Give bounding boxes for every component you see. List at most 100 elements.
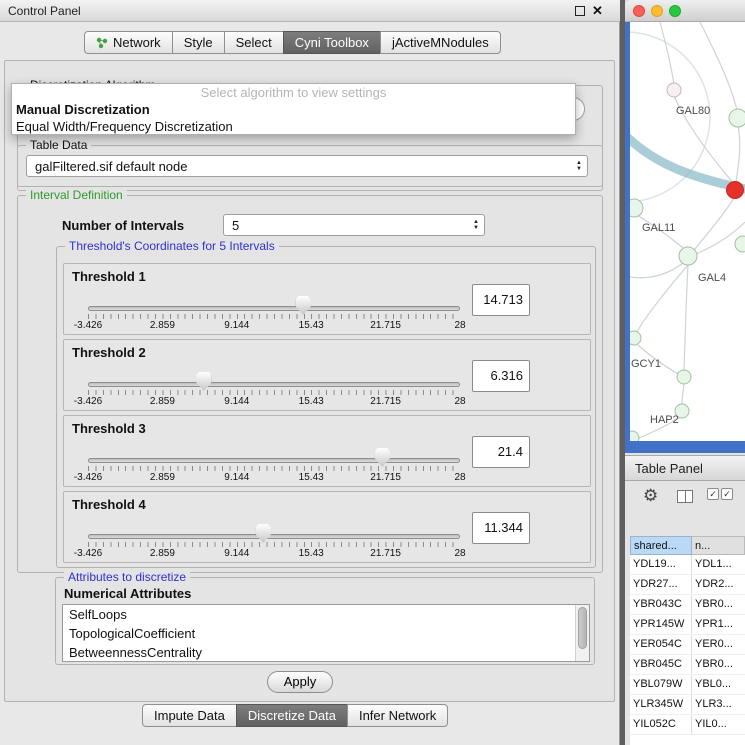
network-node[interactable] — [667, 83, 681, 97]
close-traffic-light[interactable] — [633, 5, 645, 17]
minimize-traffic-light[interactable] — [651, 5, 663, 17]
attributes-group: Attributes to discretize Numerical Attri… — [55, 577, 595, 665]
scale-label: 9.144 — [224, 548, 249, 559]
table-panel-header[interactable]: Table Panel — [625, 455, 745, 481]
threshold-2-slider[interactable]: -3.426 2.859 9.144 15.43 21.715 28 — [88, 382, 460, 387]
threshold-3-slider[interactable]: -3.426 2.859 9.144 15.43 21.715 28 — [88, 458, 460, 463]
tab-select[interactable]: Select — [224, 31, 284, 54]
cell[interactable]: YIL0... — [692, 715, 745, 734]
table-row[interactable]: YBR045CYBR0... — [630, 655, 745, 675]
table-row[interactable]: YER054CYER0... — [630, 635, 745, 655]
apply-button[interactable]: Apply — [267, 671, 333, 693]
table-row[interactable]: YBL079WYBL0... — [630, 675, 745, 695]
cell[interactable]: YPR145W — [630, 615, 692, 634]
attribute-item[interactable]: BetweennessCentrality — [63, 643, 589, 662]
network-node[interactable] — [677, 370, 691, 384]
columns-icon[interactable] — [677, 490, 693, 503]
slider-thumb[interactable] — [256, 524, 271, 543]
zoom-traffic-light[interactable] — [669, 5, 681, 17]
number-of-intervals-label: Number of Intervals — [62, 218, 184, 233]
network-window-titlebar[interactable] — [625, 0, 745, 22]
popup-option-equal-width[interactable]: Equal Width/Frequency Discretization — [12, 118, 575, 135]
network-node[interactable] — [679, 247, 697, 265]
cell[interactable]: YBR0... — [692, 595, 745, 614]
threshold-3-label: Threshold 3 — [72, 421, 146, 436]
threshold-2-value[interactable]: 6.316 — [472, 360, 530, 392]
cell[interactable]: YDL1... — [692, 555, 745, 574]
cell[interactable]: YER054C — [630, 635, 692, 654]
tab-network[interactable]: Network — [84, 31, 173, 54]
network-canvas[interactable]: GAL80 GAL11 GAL4 GCY1 HAP2 — [630, 22, 745, 441]
cell[interactable]: YPR1... — [692, 615, 745, 634]
cell[interactable]: YDR2... — [692, 575, 745, 594]
network-node[interactable] — [729, 109, 745, 127]
slider-thumb[interactable] — [296, 296, 311, 315]
tab-style[interactable]: Style — [172, 31, 225, 54]
cell[interactable]: YBR0... — [692, 655, 745, 674]
column-header-shared-name[interactable]: shared... — [630, 536, 692, 555]
algorithm-dropdown-popup: Select algorithm to view settings Manual… — [11, 83, 576, 135]
scale-label: 21.715 — [370, 396, 401, 407]
network-node[interactable] — [735, 236, 745, 252]
slider-scale: -3.426 2.859 9.144 15.43 21.715 28 — [88, 396, 460, 408]
cell[interactable]: YDR27... — [630, 575, 692, 594]
cell[interactable]: YER0... — [692, 635, 745, 654]
checkbox-icon[interactable]: ✓ — [707, 488, 719, 500]
table-data-combobox[interactable]: galFiltered.sif default node ▲▼ — [26, 155, 588, 177]
slider-track[interactable] — [88, 458, 460, 463]
network-node[interactable] — [630, 431, 639, 441]
threshold-1-slider[interactable]: -3.426 2.859 9.144 15.43 21.715 28 — [88, 306, 460, 311]
network-node-selected-red[interactable] — [727, 182, 744, 199]
cell[interactable]: YBL079W — [630, 675, 692, 694]
network-node[interactable] — [630, 331, 641, 345]
table-row[interactable]: YIL052CYIL0... — [630, 715, 745, 735]
table-row[interactable]: YPR145WYPR1... — [630, 615, 745, 635]
attributes-list: SelfLoops TopologicalCoefficient Between… — [62, 604, 590, 662]
close-icon[interactable]: ✕ — [592, 2, 603, 20]
cell[interactable]: YLR345W — [630, 695, 692, 714]
attribute-item[interactable]: SelfLoops — [63, 605, 589, 624]
control-panel-titlebar[interactable]: Control Panel ✕ — [0, 0, 620, 22]
cell[interactable]: YBR043C — [630, 595, 692, 614]
cell[interactable]: YIL052C — [630, 715, 692, 734]
slider-track[interactable] — [88, 534, 460, 539]
bottom-tab-bar: Impute Data Discretize Data Infer Networ… — [142, 704, 448, 727]
tab-label: Style — [184, 35, 213, 50]
threshold-3-value[interactable]: 21.4 — [472, 436, 530, 468]
top-tab-bar: Network Style Select Cyni Toolbox jActiv… — [84, 31, 501, 54]
slider-thumb[interactable] — [375, 448, 390, 467]
interval-definition-group-label: Interval Definition — [26, 188, 127, 202]
cell[interactable]: YBR045C — [630, 655, 692, 674]
table-row[interactable]: YLR345WYLR3... — [630, 695, 745, 715]
tab-discretize-data[interactable]: Discretize Data — [236, 704, 348, 727]
scale-label: 2.859 — [150, 472, 175, 483]
table-row[interactable]: YBR043CYBR0... — [630, 595, 745, 615]
slider-track[interactable] — [88, 382, 460, 387]
threshold-4-value[interactable]: 11.344 — [472, 512, 530, 544]
attributes-scrollbar[interactable] — [575, 605, 589, 661]
threshold-4-slider[interactable]: -3.426 2.859 9.144 15.43 21.715 28 — [88, 534, 460, 539]
number-of-intervals-combobox[interactable]: 5 ▲▼ — [223, 214, 485, 236]
cell[interactable]: YBL0... — [692, 675, 745, 694]
network-node[interactable] — [630, 199, 643, 217]
table-row[interactable]: YDL19...YDL1... — [630, 555, 745, 575]
cell[interactable]: YLR3... — [692, 695, 745, 714]
scale-label: -3.426 — [74, 548, 102, 559]
tab-jactivemodules[interactable]: jActiveMNodules — [380, 31, 501, 54]
column-header-name[interactable]: n... — [692, 536, 745, 555]
gear-icon[interactable]: ⚙ — [643, 487, 658, 504]
checkbox-icon[interactable]: ✓ — [721, 488, 733, 500]
table-row[interactable]: YDR27...YDR2... — [630, 575, 745, 595]
attribute-item[interactable]: TopologicalCoefficient — [63, 624, 589, 643]
scrollbar-thumb[interactable] — [578, 607, 587, 649]
tab-infer-network[interactable]: Infer Network — [347, 704, 448, 727]
tab-impute-data[interactable]: Impute Data — [142, 704, 237, 727]
slider-track[interactable] — [88, 306, 460, 311]
threshold-1-value[interactable]: 14.713 — [472, 284, 530, 316]
slider-thumb[interactable] — [196, 372, 211, 391]
popup-option-manual-discretization[interactable]: Manual Discretization — [12, 101, 575, 118]
tab-cyni-toolbox[interactable]: Cyni Toolbox — [283, 31, 381, 54]
cell[interactable]: YDL19... — [630, 555, 692, 574]
network-node-label: GCY1 — [631, 358, 661, 370]
restore-icon[interactable] — [575, 6, 585, 16]
